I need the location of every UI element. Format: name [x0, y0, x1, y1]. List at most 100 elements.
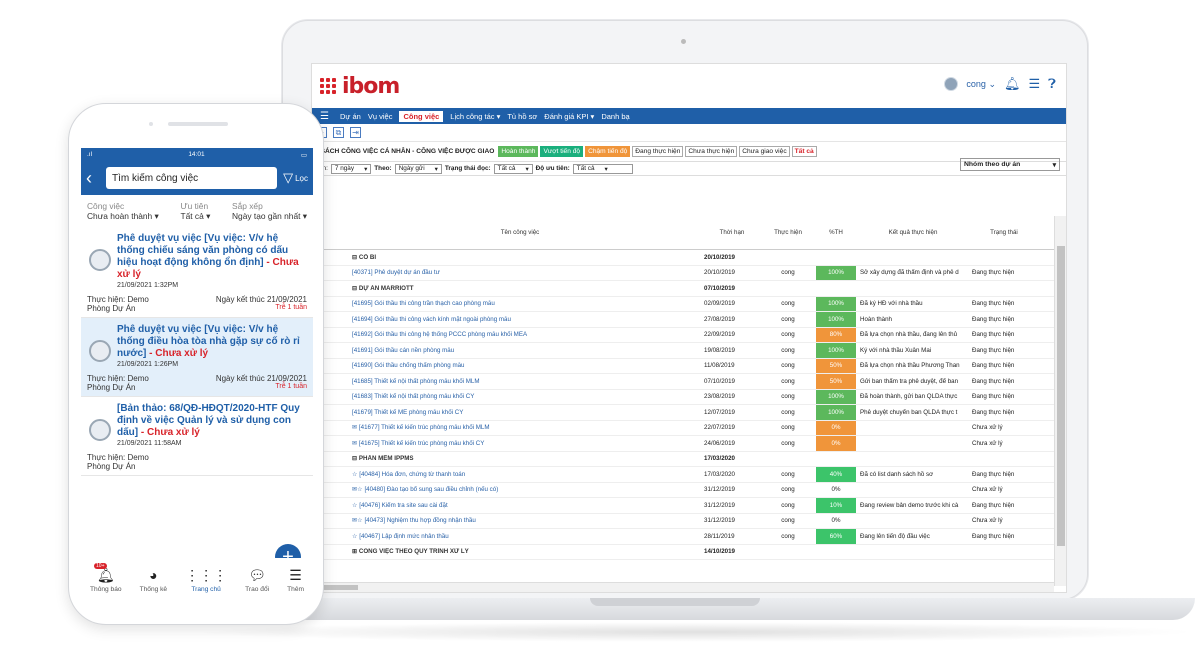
scroll-thumb[interactable] [318, 585, 358, 590]
task-name[interactable]: ✉☆ [40480] Đào tạo bổ sung sau điều chỉn… [340, 486, 700, 493]
task-title[interactable]: Phê duyệt vụ việc [Vụ việc: V/v hệ thống… [117, 324, 307, 360]
nav-item-5[interactable]: Đánh giá KPI ▾ [544, 112, 594, 121]
task-name[interactable]: [41679] Thiết kế ME phòng mẫu khối CY [340, 409, 700, 416]
filter-group-1[interactable]: Ưu tiên Tất cả ▾ [180, 201, 210, 221]
status-chip[interactable]: Chậm tiến độ [585, 146, 631, 157]
table-row[interactable]: [41691] Gói thầu cán nền phòng mẫu 19/08/… [312, 343, 1054, 359]
task-name[interactable]: [41694] Gói thầu thi công vách kính mặt … [340, 316, 700, 323]
task-name[interactable]: ☆ [40476] Kiểm tra site sau cài đặt [340, 502, 700, 509]
nav-item-4[interactable]: Tủ hồ sơ [507, 112, 537, 121]
help-icon[interactable]: ❓︎ [1048, 76, 1056, 92]
search-input[interactable]: Tìm kiếm công việc [106, 167, 278, 189]
filter-button[interactable]: ▽ Lọc [283, 170, 308, 186]
priority-select[interactable]: Tất cả ▾ [572, 163, 633, 174]
app-logo[interactable]: ibom [342, 74, 400, 99]
table-row[interactable]: ✉ [41677] Thiết kế kiến trúc phòng mẫu k… [312, 420, 1054, 436]
bell-icon[interactable]: 🔔︎ [1004, 76, 1021, 92]
table-row[interactable]: [41694] Gói thầu thi công vách kính mặt … [312, 312, 1054, 328]
user-avatar[interactable] [944, 77, 959, 91]
task-name[interactable]: ⊟ PHẦN MỀM IPPMS [340, 455, 700, 462]
col-status[interactable]: Trạng thái [966, 229, 1036, 236]
tab-0[interactable]: 🔔︎ 10+ Thông báo [90, 563, 122, 593]
task-name[interactable]: ⊞ CÔNG VIỆC THEO QUY TRÌNH XỬ LÝ [340, 548, 700, 555]
tab-1[interactable]: ◕ Thống kê [140, 567, 168, 593]
table-row[interactable]: [41690] Gói thầu chống thấm phòng mẫu 11/… [312, 358, 1054, 374]
list-icon[interactable]: ☰ [1029, 76, 1041, 92]
task-name[interactable]: [41690] Gói thầu chống thấm phòng mẫu [340, 362, 700, 369]
back-icon[interactable]: ‹ [86, 168, 100, 189]
col-percent[interactable]: %TH [816, 216, 856, 249]
task-name[interactable]: ⊟ CỔ BI [340, 254, 700, 261]
period-select[interactable]: 7 ngày ▾ [330, 163, 372, 174]
status-chip[interactable]: Hoàn thành [498, 146, 539, 157]
nav-item-2[interactable]: Công việc [399, 110, 444, 122]
table-row[interactable]: [41692] Gói thầu thi công hệ thống PCCC … [312, 327, 1054, 343]
col-result[interactable]: Kết quả thực hiện [856, 229, 966, 236]
task-card[interactable]: Phê duyệt vụ việc [Vụ việc: V/v hệ thống… [81, 318, 313, 397]
filter-group-0[interactable]: Công việc Chưa hoàn thành ▾ [87, 201, 159, 221]
group-row[interactable]: ⊟ DỰ ÁN MARRIOTT 07/10/2019 [312, 281, 1054, 297]
task-name[interactable]: ✉ [41675] Thiết kế kiến trúc phòng mẫu k… [340, 440, 700, 447]
filter-value[interactable]: Chưa hoàn thành ▾ [87, 211, 159, 221]
col-assignee[interactable]: Thực hiện [760, 229, 816, 236]
status-chip[interactable]: Tất cả [791, 146, 817, 157]
nav-item-3[interactable]: Lịch công tác ▾ [450, 112, 500, 121]
tab-2[interactable]: ⋮⋮⋮ Trang chủ [185, 567, 227, 593]
task-title[interactable]: [Bản thảo: 68/QĐ-HĐQT/2020-HTF Quy định … [117, 403, 307, 439]
task-card[interactable]: Phê duyệt vụ việc [Vụ việc: V/v hệ thống… [81, 227, 313, 318]
table-row[interactable]: [41683] Thiết kế nội thất phòng mẫu khối… [312, 389, 1054, 405]
filter-value[interactable]: Ngày tạo gần nhất ▾ [232, 211, 307, 221]
horizontal-scrollbar[interactable] [312, 582, 1054, 592]
read-select[interactable]: Tất cả ▾ [493, 163, 533, 174]
task-name[interactable]: ☆ [40467] Lập định mức nhân thầu [340, 533, 700, 540]
tab-3[interactable]: 💬︎ Trao đổi [245, 567, 269, 593]
table-row[interactable]: ☆ [40484] Hóa đơn, chứng từ thanh toán 17… [312, 467, 1054, 483]
col-name[interactable]: Tên công việc [340, 229, 700, 236]
task-name[interactable]: [41685] Thiết kế nội thất phòng mẫu khối… [340, 378, 700, 385]
export-icon[interactable]: ⇥ [350, 127, 361, 138]
status-chip[interactable]: Chưa thực hiện [685, 146, 738, 157]
task-name[interactable]: [41683] Thiết kế nội thất phòng mẫu khối… [340, 393, 700, 400]
scroll-thumb[interactable] [1057, 246, 1065, 546]
task-name[interactable]: [40371] Phê duyệt dự án đầu tư [340, 269, 700, 276]
status-chip[interactable]: Chưa giao việc [739, 146, 790, 157]
table-row[interactable]: ✉☆ [40480] Đào tạo bổ sung sau điều chỉn… [312, 483, 1054, 498]
tab-4[interactable]: ☰ Thêm [287, 567, 304, 593]
task-name[interactable]: [41691] Gói thầu cán nền phòng mẫu [340, 347, 700, 354]
table-row[interactable]: ☆ [40476] Kiểm tra site sau cài đặt 31/12… [312, 498, 1054, 514]
task-name[interactable]: ⊟ DỰ ÁN MARRIOTT [340, 285, 700, 292]
user-menu[interactable]: cong ⌄ [966, 79, 996, 90]
task-title[interactable]: Phê duyệt vụ việc [Vụ việc: V/v hệ thống… [117, 233, 307, 281]
task-name[interactable]: ✉ [41677] Thiết kế kiến trúc phòng mẫu k… [340, 424, 700, 431]
nav-item-0[interactable]: Dự án [340, 112, 361, 121]
task-name[interactable]: ✉☆ [40473] Nghiệm thu hợp đồng nhận thầu [340, 517, 700, 524]
group-row[interactable]: ⊟ PHẦN MỀM IPPMS 17/03/2020 [312, 452, 1054, 467]
task-name[interactable]: [41695] Gói thầu thi công trần thạch cao… [340, 300, 700, 307]
vertical-scrollbar[interactable] [1054, 216, 1066, 586]
table-row[interactable]: [40371] Phê duyệt dự án đầu tư 20/10/2019… [312, 265, 1054, 281]
by-select[interactable]: Ngày gửi ▾ [394, 163, 442, 174]
menu-icon[interactable]: ☰ [320, 111, 329, 122]
col-deadline[interactable]: Thời hạn [700, 229, 760, 236]
task-card[interactable]: [Bản thảo: 68/QĐ-HĐQT/2020-HTF Quy định … [81, 397, 313, 476]
table-row[interactable]: [41679] Thiết kế ME phòng mẫu khối CY 12/… [312, 405, 1054, 421]
task-name[interactable]: ☆ [40484] Hóa đơn, chứng từ thanh toán [340, 471, 700, 478]
group-select[interactable]: Nhóm theo dự án ▾ [960, 158, 1060, 171]
filter-group-2[interactable]: Sắp xếp Ngày tạo gần nhất ▾ [232, 201, 307, 221]
task-result: Đang review bản demo trước khi cà [860, 501, 959, 509]
table-row[interactable]: 0✉ [41675] Thiết kế kiến trúc phòng mẫu … [312, 436, 1054, 452]
laptop-screen: ibom cong ⌄ 🔔︎ ☰ ❓︎ ☰ Dự án Vụ việc Công v… [311, 63, 1067, 593]
nav-item-6[interactable]: Danh bạ [601, 112, 629, 121]
table-row[interactable]: [41695] Gói thầu thi công trần thạch cao… [312, 296, 1054, 312]
group-row[interactable]: ⊟ CỔ BI 20/10/2019 [312, 250, 1054, 266]
table-row[interactable]: ☆ [40467] Lập định mức nhân thầu 28/11/20… [312, 529, 1054, 545]
table-row[interactable]: ✉☆ [40473] Nghiệm thu hợp đồng nhận thầu… [312, 514, 1054, 529]
task-name[interactable]: [41692] Gói thầu thi công hệ thống PCCC … [340, 331, 700, 338]
copy-icon[interactable]: ⧉ [333, 127, 344, 138]
filter-value[interactable]: Tất cả ▾ [180, 211, 210, 221]
nav-item-1[interactable]: Vụ việc [368, 112, 393, 121]
table-row[interactable]: [41685] Thiết kế nội thất phòng mẫu khối… [312, 374, 1054, 390]
status-chip[interactable]: Đang thực hiện [632, 146, 684, 157]
group-row[interactable]: ⊞ CÔNG VIỆC THEO QUY TRÌNH XỬ LÝ 14/10/20… [312, 545, 1054, 560]
status-chip[interactable]: Vượt tiến độ [540, 146, 584, 157]
